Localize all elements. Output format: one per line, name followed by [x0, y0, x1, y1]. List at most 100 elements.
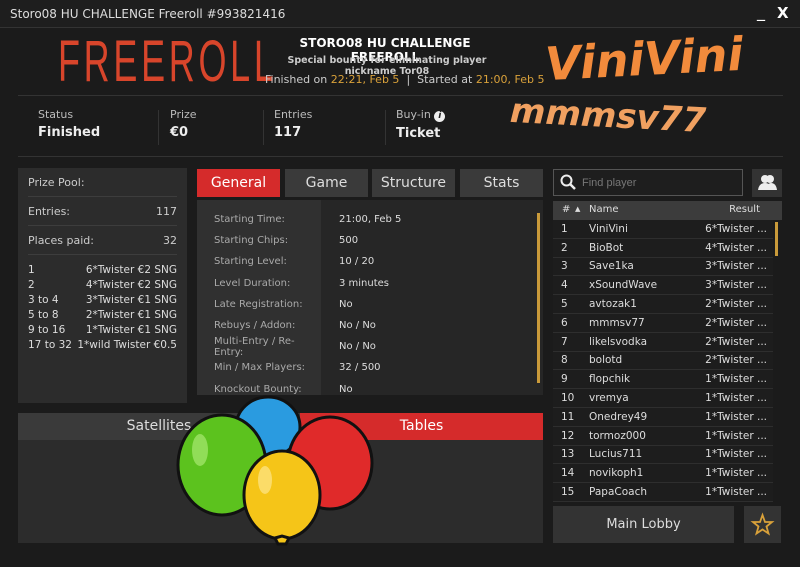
player-rank: 14 [561, 467, 575, 480]
player-row[interactable]: 2 BioBot 4*Twister ... [553, 238, 773, 258]
player-name: Onedrey49 [589, 410, 648, 423]
player-row[interactable]: 9 flopchik 1*Twister ... [553, 370, 773, 390]
player-rank: 5 [561, 298, 568, 311]
payout-row: 1 6*Twister €2 SNG [28, 264, 177, 276]
info-row: Starting Level: 10 / 20 [197, 251, 543, 272]
player-result: 2*Twister ... [705, 298, 767, 311]
player-rank: 8 [561, 354, 568, 367]
places-paid-row: Places paid: 32 [28, 226, 177, 255]
player-row[interactable]: 10 vremya 1*Twister ... [553, 389, 773, 408]
info-value: 32 / 500 [339, 362, 381, 374]
player-name: likelsvodka [589, 335, 648, 348]
info-label: Level Duration: [214, 277, 291, 289]
player-row[interactable]: 3 Save1ka 3*Twister ... [553, 257, 773, 277]
payout-row: 5 to 8 2*Twister €1 SNG [28, 309, 177, 321]
payout-row: 9 to 16 1*Twister €1 SNG [28, 324, 177, 336]
player-result: 4*Twister ... [705, 241, 767, 254]
prize-pool-panel: Prize Pool: Entries: 117 Places paid: 32 1… [18, 168, 187, 403]
info-label: Starting Level: [214, 256, 287, 268]
overlay-text-vinivini: ViniVini [543, 26, 745, 92]
divider [18, 156, 783, 157]
find-player-search [553, 169, 743, 196]
info-row: Starting Time: 21:00, Feb 5 [197, 209, 543, 230]
player-row[interactable]: 15 PapaCoach 1*Twister ... [553, 483, 773, 502]
entries-row: Entries: 117 [28, 197, 177, 226]
player-name: ViniVini [589, 222, 628, 235]
player-result: 1*Twister ... [705, 429, 767, 442]
player-name: novikoph1 [589, 467, 644, 480]
separator: | [406, 73, 411, 86]
divider [263, 110, 264, 145]
col-rank[interactable]: # [562, 204, 570, 215]
info-value: 500 [339, 235, 359, 247]
player-rank: 15 [561, 486, 575, 499]
info-value: 10 / 20 [339, 256, 375, 268]
player-row[interactable]: 1 ViniVini 6*Twister ... [553, 220, 773, 239]
player-row[interactable]: 13 Lucius711 1*Twister ... [553, 445, 773, 465]
find-player-input[interactable] [582, 174, 732, 191]
started-time: 21:00, Feb 5 [475, 73, 545, 86]
player-row[interactable]: 4 xSoundWave 3*Twister ... [553, 276, 773, 296]
info-row: Knockout Bounty: No [197, 379, 543, 396]
info-label: Rebuys / Addon: [214, 320, 296, 332]
minimize-button[interactable]: _ [757, 2, 765, 21]
scrollbar[interactable] [537, 213, 540, 383]
player-result: 1*Twister ... [705, 467, 767, 480]
finished-time: 22:21, Feb 5 [330, 73, 400, 86]
info-row: Multi-Entry / Re-Entry: No / No [197, 335, 543, 358]
sort-asc-icon[interactable]: ▲ [575, 205, 580, 213]
player-rank: 6 [561, 316, 568, 329]
stat-prize: Prize €0 [170, 108, 197, 140]
player-result: 6*Twister ... [705, 222, 767, 235]
main-lobby-button[interactable]: Main Lobby [553, 506, 734, 543]
players-button[interactable] [752, 169, 782, 197]
info-label: Late Registration: [214, 298, 303, 310]
player-result: 3*Twister ... [705, 279, 767, 292]
player-rank: 9 [561, 373, 568, 386]
close-button[interactable]: X [777, 4, 789, 22]
player-rank: 2 [561, 241, 568, 254]
player-name: tormoz000 [589, 429, 646, 442]
player-row[interactable]: 7 likelsvodka 2*Twister ... [553, 332, 773, 352]
stat-status: Status Finished [38, 108, 101, 140]
player-result: 1*Twister ... [705, 486, 767, 499]
stat-buyin: Buy-in i Ticket [396, 108, 446, 141]
info-value: No / No [339, 320, 376, 332]
payout-row: 17 to 32 1*wild Twister €0.5 [28, 339, 177, 351]
search-icon [560, 174, 576, 190]
favorite-button[interactable] [744, 506, 781, 543]
players-table-header: # ▲ Name Result [553, 201, 782, 220]
player-row[interactable]: 8 bolotd 2*Twister ... [553, 351, 773, 371]
info-row: Rebuys / Addon: No / No [197, 315, 543, 336]
player-row[interactable]: 5 avtozak1 2*Twister ... [553, 295, 773, 314]
player-result: 2*Twister ... [705, 316, 767, 329]
info-value: No [339, 298, 353, 310]
player-row[interactable]: 6 mmmsv77 2*Twister ... [553, 313, 773, 333]
player-rank: 7 [561, 335, 568, 348]
info-icon[interactable]: i [434, 111, 446, 122]
player-rank: 4 [561, 279, 568, 292]
player-rank: 13 [561, 448, 575, 461]
player-name: vremya [589, 392, 629, 405]
tab-structure[interactable]: Structure [372, 169, 455, 197]
player-row[interactable]: 14 novikoph1 1*Twister ... [553, 464, 773, 484]
player-row[interactable]: 11 Onedrey49 1*Twister ... [553, 407, 773, 427]
col-name[interactable]: Name [589, 204, 619, 215]
info-label: Starting Chips: [214, 235, 289, 247]
info-row: Late Registration: No [197, 294, 543, 315]
scrollbar[interactable] [775, 222, 778, 256]
player-name: Save1ka [589, 260, 634, 273]
info-label: Multi-Entry / Re-Entry: [214, 335, 295, 358]
col-result[interactable]: Result [729, 204, 760, 215]
tournament-times: Finished on 22:21, Feb 5 | Started at 21… [265, 73, 545, 86]
tab-general[interactable]: General [197, 169, 280, 197]
player-name: flopchik [589, 373, 631, 386]
tab-stats[interactable]: Stats [460, 169, 543, 197]
player-rank: 3 [561, 260, 568, 273]
star-icon [750, 512, 775, 536]
player-rank: 1 [561, 222, 568, 235]
players-list: 1 ViniVini 6*Twister ... 2 BioBot 4*Twister .… [553, 220, 773, 502]
player-name: mmmsv77 [589, 316, 645, 329]
tab-game[interactable]: Game [285, 169, 368, 197]
player-row[interactable]: 12 tormoz000 1*Twister ... [553, 426, 773, 446]
